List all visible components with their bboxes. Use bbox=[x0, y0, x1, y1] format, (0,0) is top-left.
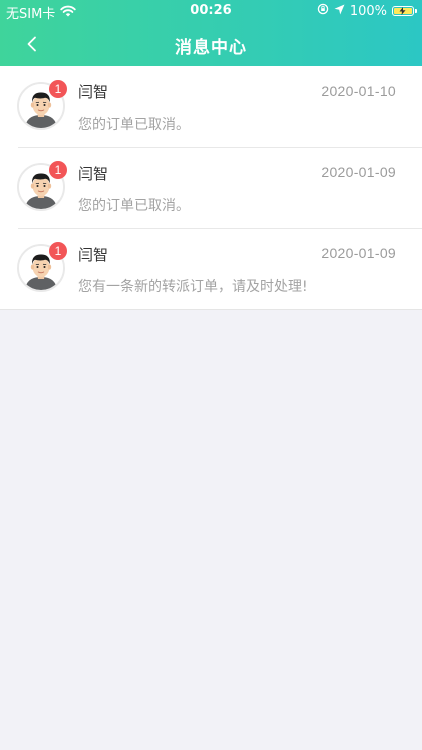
message-preview: 您的订单已取消。 bbox=[78, 117, 190, 133]
unread-badge: 1 bbox=[49, 80, 67, 98]
message-sender: 闫智 bbox=[78, 165, 109, 183]
message-date: 2020-01-10 bbox=[321, 83, 396, 99]
orientation-lock-icon bbox=[317, 3, 329, 19]
message-sender: 闫智 bbox=[78, 83, 109, 101]
message-item[interactable]: 1 闫智 2020-01-09 您的订单已取消。 bbox=[0, 147, 422, 228]
battery-icon bbox=[392, 6, 417, 16]
status-right: 100% bbox=[317, 3, 417, 19]
battery-percent: 100% bbox=[349, 3, 387, 19]
unread-badge: 1 bbox=[49, 242, 67, 260]
page-title: 消息中心 bbox=[175, 38, 247, 58]
message-sender: 闫智 bbox=[78, 246, 109, 264]
message-item[interactable]: 1 闫智 2020-01-09 您有一条新的转派订单，请及时处理! bbox=[0, 228, 422, 309]
message-item[interactable]: 1 闫智 2020-01-10 您的订单已取消。 bbox=[0, 66, 422, 147]
navigation-bar: 消息中心 bbox=[0, 22, 422, 66]
message-date: 2020-01-09 bbox=[321, 164, 396, 180]
message-list: 1 闫智 2020-01-10 您的订单已取消。 1 闫智 2020-01-09… bbox=[0, 66, 422, 310]
message-preview: 您有一条新的转派订单，请及时处理! bbox=[78, 279, 308, 295]
app-header: 无SIM卡 00:26 100% 消息中心 bbox=[0, 0, 422, 66]
status-bar: 无SIM卡 00:26 100% bbox=[0, 0, 422, 22]
message-preview: 您的订单已取消。 bbox=[78, 198, 190, 214]
unread-badge: 1 bbox=[49, 161, 67, 179]
location-arrow-icon bbox=[334, 4, 345, 19]
message-date: 2020-01-09 bbox=[321, 245, 396, 261]
